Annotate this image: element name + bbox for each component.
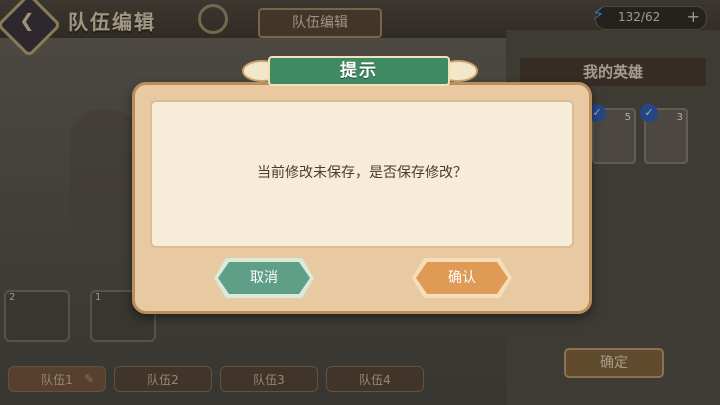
cancel-button[interactable]: 取消 [218, 262, 310, 294]
dialog-title-ribbon: 提示 [228, 50, 490, 94]
dialog-title: 提示 [340, 61, 378, 81]
confirm-button[interactable]: 确认 [416, 262, 508, 294]
dialog-message: 当前修改未保存，是否保存修改？ [257, 165, 467, 181]
